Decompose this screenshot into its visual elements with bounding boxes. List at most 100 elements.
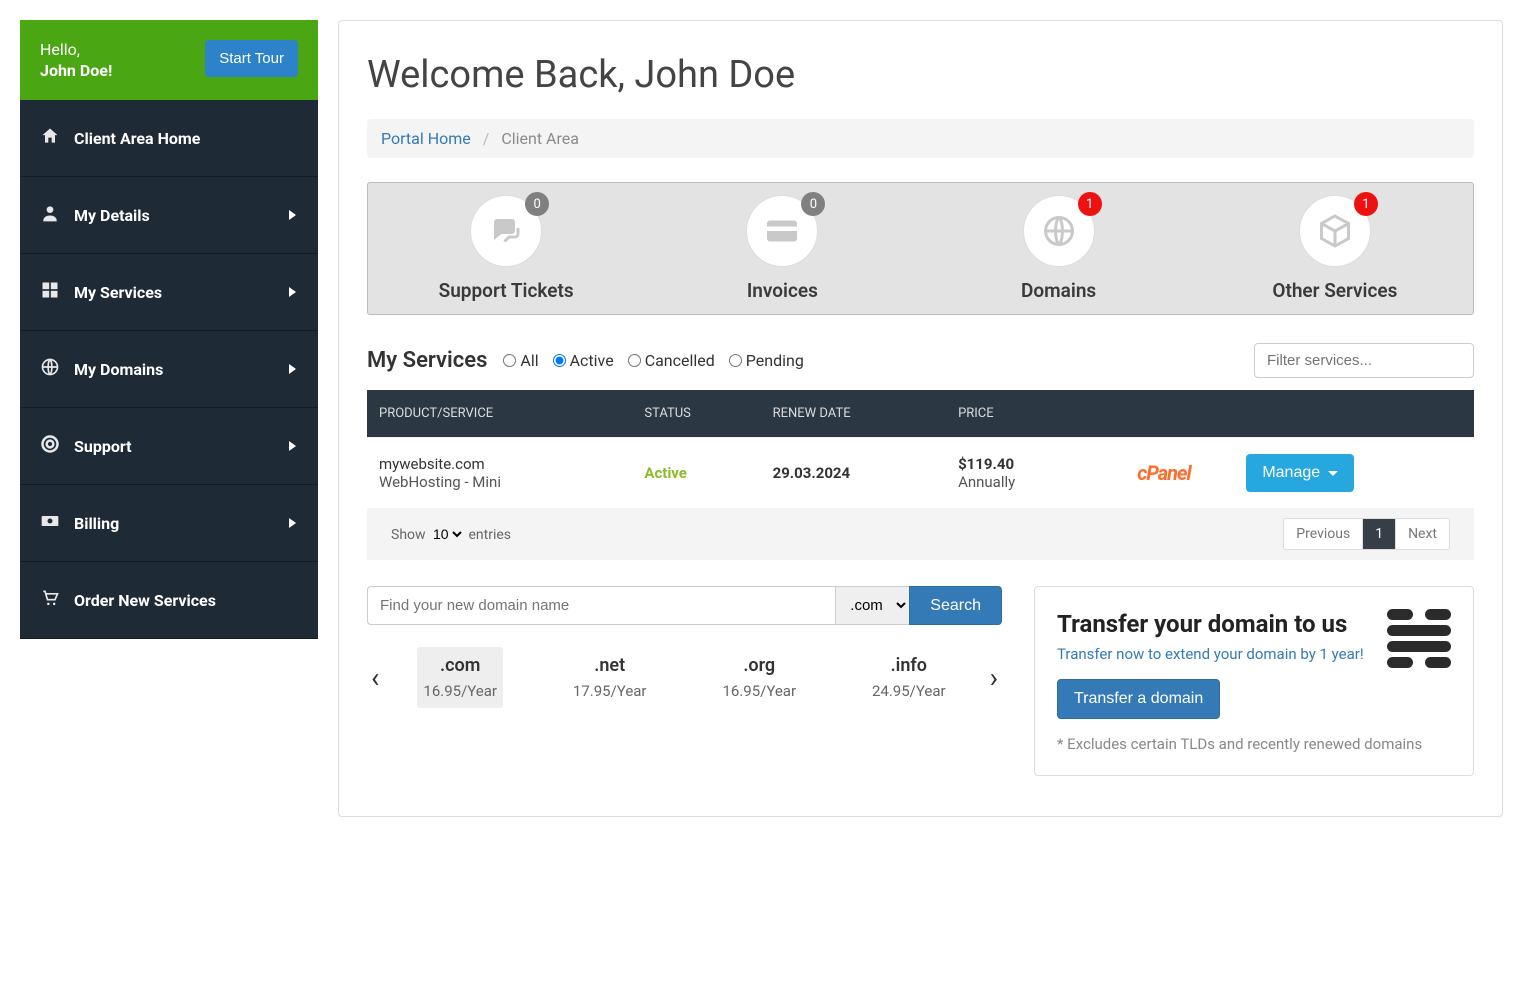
- filter-active-radio[interactable]: [553, 354, 566, 367]
- transfer-title: Transfer your domain to us: [1057, 609, 1364, 639]
- tld-ext: .info: [872, 655, 946, 676]
- sidebar-item-billing[interactable]: Billing: [20, 485, 318, 562]
- chevron-right-icon: [289, 287, 296, 297]
- start-tour-button[interactable]: Start Tour: [205, 40, 298, 77]
- cart-icon: [40, 588, 60, 612]
- filter-pending[interactable]: Pending: [729, 351, 804, 370]
- username: John Doe!: [40, 61, 112, 80]
- filter-cancelled[interactable]: Cancelled: [628, 351, 715, 370]
- stat-badge: 1: [1354, 192, 1378, 216]
- sidebar-item-client-area-home[interactable]: Client Area Home: [20, 100, 318, 177]
- tld-prev-arrow[interactable]: ‹: [367, 661, 383, 694]
- page-1[interactable]: 1: [1363, 519, 1396, 549]
- cell-status: Active: [632, 438, 760, 509]
- table-row[interactable]: mywebsite.comWebHosting - Mini Active 29…: [367, 438, 1474, 509]
- breadcrumb: Portal Home / Client Area: [367, 119, 1474, 158]
- sidebar-item-label: Billing: [74, 514, 119, 533]
- domain-search-bar: .com Search: [367, 586, 1002, 625]
- stat-label: Other Services: [1197, 279, 1473, 302]
- sidebar-item-my-domains[interactable]: My Domains: [20, 331, 318, 408]
- tld-price: 16.95/Year: [423, 682, 497, 700]
- stat-support-tickets[interactable]: 0 Support Tickets: [368, 195, 644, 302]
- show-label: Show: [391, 527, 426, 543]
- stat-label: Domains: [921, 279, 1197, 302]
- sidebar-item-label: Client Area Home: [74, 129, 200, 148]
- filter-pending-radio[interactable]: [729, 354, 742, 367]
- cell-panel-logo: cPanel: [1094, 438, 1235, 509]
- stat-invoices[interactable]: 0 Invoices: [644, 195, 920, 302]
- breadcrumb-current: Client Area: [501, 129, 579, 148]
- tld-list: .com 16.95/Year .net 17.95/Year .org16.95/Ye…: [391, 647, 977, 708]
- tld-carousel: ‹ .com 16.95/Year .net 17.95/Year .org16.95/…: [367, 647, 1002, 708]
- stat-badge: 0: [525, 192, 549, 216]
- services-filter-radios: All Active Cancelled Pending: [503, 351, 803, 370]
- tld-option-info[interactable]: .info24.95/Year: [866, 647, 952, 708]
- sidebar: Hello, John Doe! Start Tour Client Area …: [20, 20, 318, 817]
- col-product[interactable]: PRODUCT/SERVICE: [367, 390, 632, 438]
- filter-all[interactable]: All: [503, 351, 538, 370]
- cell-price: $119.40Annually: [946, 438, 1094, 509]
- globe-icon: [40, 357, 60, 381]
- stat-circle: 1: [1299, 195, 1371, 267]
- tld-price: 17.95/Year: [573, 682, 647, 700]
- sidebar-item-label: My Details: [74, 206, 150, 225]
- sidebar-item-label: My Services: [74, 283, 162, 302]
- services-title: My Services: [367, 348, 487, 373]
- filter-all-radio[interactable]: [503, 354, 516, 367]
- page-previous[interactable]: Previous: [1284, 519, 1363, 549]
- greeting-text: Hello,: [40, 40, 80, 59]
- tld-option-com[interactable]: .com 16.95/Year: [417, 647, 503, 708]
- domain-search-button[interactable]: Search: [909, 586, 1002, 625]
- chevron-right-icon: [289, 518, 296, 528]
- stat-other-services[interactable]: 1 Other Services: [1197, 195, 1473, 302]
- breadcrumb-separator: /: [483, 129, 490, 148]
- filter-cancelled-radio[interactable]: [628, 354, 641, 367]
- grid-icon: [40, 280, 60, 304]
- tld-ext: .net: [573, 655, 647, 676]
- col-status[interactable]: STATUS: [632, 390, 760, 438]
- page-next[interactable]: Next: [1396, 519, 1449, 549]
- sidebar-item-support[interactable]: Support: [20, 408, 318, 485]
- entries-label: entries: [469, 527, 512, 543]
- stats-panel: 0 Support Tickets 0 Invoices 1 Domains 1…: [367, 182, 1474, 315]
- col-price[interactable]: PRICE: [946, 390, 1094, 438]
- cell-product: mywebsite.comWebHosting - Mini: [367, 438, 632, 509]
- sidebar-item-label: Support: [74, 437, 132, 456]
- manage-button[interactable]: Manage: [1246, 454, 1354, 492]
- domain-tld-select[interactable]: .com: [835, 586, 909, 625]
- lifebuoy-icon: [40, 434, 60, 458]
- breadcrumb-home[interactable]: Portal Home: [381, 129, 471, 148]
- sidebar-item-my-services[interactable]: My Services: [20, 254, 318, 331]
- sidebar-header: Hello, John Doe! Start Tour: [20, 20, 318, 100]
- caret-down-icon: [1328, 471, 1338, 476]
- money-icon: [40, 511, 60, 535]
- filter-active[interactable]: Active: [553, 351, 614, 370]
- stat-circle: 0: [470, 195, 542, 267]
- domain-search-panel: .com Search ‹ .com 16.95/Year .net 17.95/Ye…: [367, 586, 1002, 708]
- stat-circle: 0: [746, 195, 818, 267]
- tld-next-arrow[interactable]: ›: [986, 661, 1002, 694]
- greeting: Hello, John Doe!: [40, 40, 112, 80]
- sidebar-item-my-details[interactable]: My Details: [20, 177, 318, 254]
- domain-search-input[interactable]: [367, 586, 835, 625]
- page-size-select[interactable]: 10: [429, 525, 465, 543]
- cell-actions: Manage: [1234, 438, 1474, 509]
- transfer-card: Transfer your domain to us Transfer now …: [1034, 586, 1474, 776]
- sidebar-item-label: My Domains: [74, 360, 163, 379]
- sidebar-item-label: Order New Services: [74, 591, 216, 610]
- tld-ext: .com: [423, 655, 497, 676]
- stat-domains[interactable]: 1 Domains: [921, 195, 1197, 302]
- sidebar-item-order-new-services[interactable]: Order New Services: [20, 562, 318, 639]
- home-icon: [40, 126, 60, 150]
- transfer-button[interactable]: Transfer a domain: [1057, 679, 1220, 719]
- tld-option-net[interactable]: .net 17.95/Year: [567, 647, 653, 708]
- stat-badge: 1: [1078, 192, 1102, 216]
- col-renew[interactable]: RENEW DATE: [761, 390, 946, 438]
- tld-option-org[interactable]: .org16.95/Year: [716, 647, 802, 708]
- page-title: Welcome Back, John Doe: [367, 53, 1474, 97]
- services-header: My Services All Active Cancelled Pending: [367, 343, 1474, 378]
- tld-ext: .org: [722, 655, 796, 676]
- table-footer: Show 10 entries Previous 1 Next: [367, 508, 1474, 560]
- services-filter-input[interactable]: [1254, 343, 1474, 378]
- transfer-subtitle-link[interactable]: Transfer now to extend your domain by 1 …: [1057, 645, 1364, 663]
